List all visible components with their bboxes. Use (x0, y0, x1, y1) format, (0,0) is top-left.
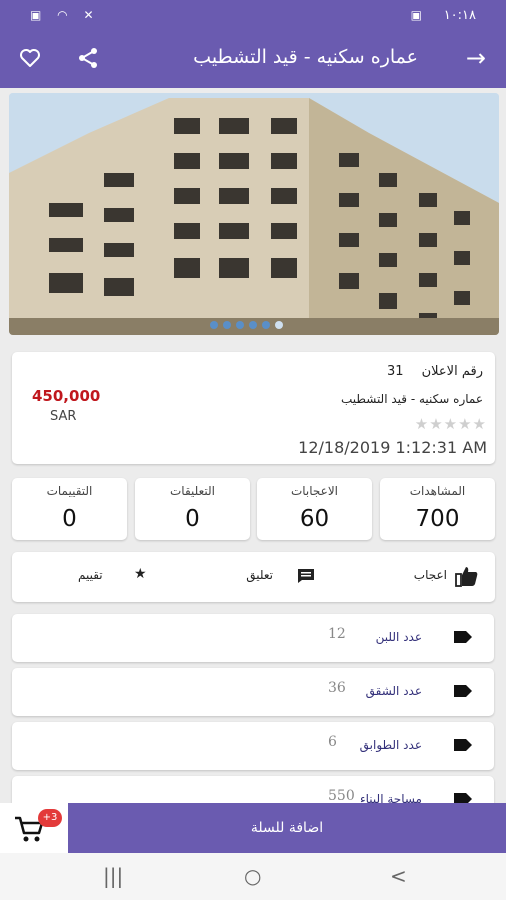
system-nav-bar: ||| ○ < (0, 853, 506, 900)
home-icon[interactable]: ○ (244, 864, 261, 888)
stat-label: التقييمات (46, 484, 93, 498)
back-icon[interactable]: < (390, 864, 407, 888)
stat-value: 0 (62, 506, 77, 532)
pager-dot[interactable] (262, 321, 270, 329)
rating-stars: ★★★★★ (414, 415, 487, 433)
page-title: عماره سكنيه - قيد التشطيب (193, 46, 418, 68)
feature-label: عدد اللبن (375, 630, 422, 644)
gallery-icon: ▣ (410, 8, 422, 22)
tag-icon (454, 631, 472, 643)
add-to-cart-button[interactable]: اضافة للسلة (68, 803, 506, 853)
tag-icon (454, 685, 472, 697)
gallery-pager[interactable] (210, 321, 283, 329)
rate-action-label[interactable]: تقييم (78, 568, 103, 582)
pager-dot-active[interactable] (275, 321, 283, 329)
feature-label: عدد الشقق (365, 684, 422, 698)
stat-value: 700 (415, 506, 460, 532)
stat-comments: التعليقات 0 (135, 478, 250, 540)
stat-value: 60 (299, 506, 330, 532)
price: 450,000 (32, 387, 101, 405)
feature-value: 550 (328, 788, 355, 804)
pager-dot[interactable] (223, 321, 231, 329)
listing-title: عماره سكنيه - قيد التشطيب (340, 392, 483, 406)
bottom-bar: +3 اضافة للسلة (0, 803, 506, 853)
status-icons: ▣ ◠ ✕ (30, 8, 100, 22)
stat-value: 0 (185, 506, 200, 532)
listing-info-card: رقم الاعلان 31 عماره سكنيه - قيد التشطيب… (12, 352, 495, 464)
feature-value: 36 (328, 680, 346, 696)
ad-number-label: رقم الاعلان (421, 364, 483, 379)
arrow-right-icon[interactable]: → (466, 44, 486, 72)
comment-icon[interactable] (297, 568, 315, 584)
actions-bar: اعجاب تعليق ★ تقييم (12, 552, 495, 602)
comment-action-label[interactable]: تعليق (246, 568, 273, 582)
stat-label: المشاهدات (409, 484, 466, 498)
pager-dot[interactable] (236, 321, 244, 329)
heart-icon[interactable] (18, 46, 42, 70)
stat-likes: الاعجابات 60 (257, 478, 372, 540)
stat-label: الاعجابات (290, 484, 339, 498)
ad-number: 31 (386, 364, 404, 379)
app-bar: عماره سكنيه - قيد التشطيب → (0, 32, 506, 88)
listing-photo[interactable] (9, 93, 499, 335)
cart-button[interactable]: +3 (0, 803, 68, 853)
feature-row: عدد الشقق 36 (12, 668, 494, 716)
feature-value: 12 (328, 626, 346, 642)
tag-icon (454, 739, 472, 751)
thumbs-up-icon[interactable] (455, 565, 479, 587)
cart-badge: +3 (38, 809, 62, 827)
feature-row: عدد الطوابق 6 (12, 722, 494, 770)
currency: SAR (50, 409, 77, 424)
ad-number-row: رقم الاعلان 31 (387, 364, 483, 379)
stat-views: المشاهدات 700 (380, 478, 495, 540)
stat-label: التعليقات (169, 484, 216, 498)
like-action-label[interactable]: اعجاب (414, 568, 447, 582)
pager-dot[interactable] (249, 321, 257, 329)
pager-dot[interactable] (210, 321, 218, 329)
stat-ratings: التقييمات 0 (12, 478, 127, 540)
feature-row: عدد اللبن 12 (12, 614, 494, 662)
status-time: ١٠:١٨ (443, 8, 476, 23)
star-icon[interactable]: ★ (134, 566, 147, 582)
feature-value: 6 (328, 734, 337, 750)
listing-date: 12/18/2019 1:12:31 AM (298, 438, 487, 457)
feature-label: عدد الطوابق (359, 738, 422, 752)
share-icon[interactable] (76, 46, 100, 70)
status-bar: ▣ ◠ ✕ ▣ ١٠:١٨ (0, 0, 506, 32)
recent-apps-icon[interactable]: ||| (103, 864, 123, 888)
